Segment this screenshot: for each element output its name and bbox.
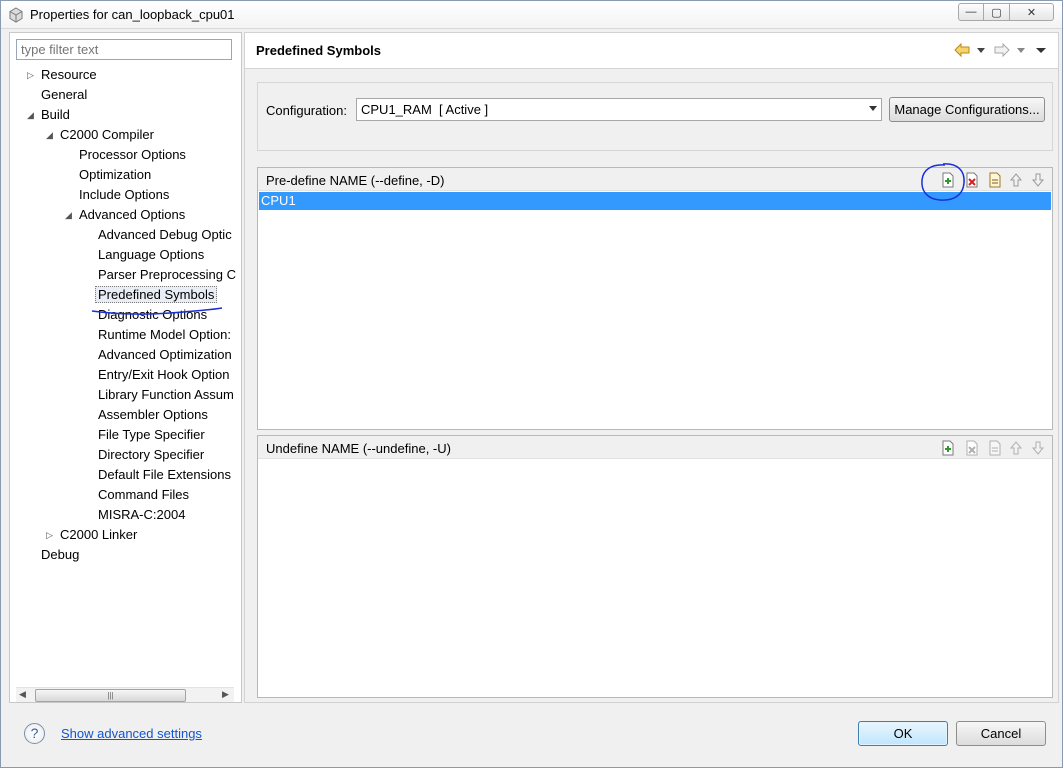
tree-item-language-options[interactable]: Language Options xyxy=(98,245,204,265)
tree-item-general[interactable]: General xyxy=(41,85,87,105)
delete-icon[interactable] xyxy=(964,440,980,456)
page-header: Predefined Symbols xyxy=(245,33,1058,69)
underline-annotation xyxy=(91,307,223,315)
tree-item-label: File Type Specifier xyxy=(98,427,205,442)
collapsed-arrow-icon[interactable]: ▷ xyxy=(27,65,34,85)
minimize-icon: — xyxy=(965,6,977,18)
tree-item-label: Resource xyxy=(41,67,97,82)
tree-horizontal-scrollbar[interactable]: ◀ ||| ▶ xyxy=(16,687,234,702)
tree-item-label: Assembler Options xyxy=(98,407,208,422)
window-title: Properties for can_loopback_cpu01 xyxy=(30,7,235,22)
tree-item-include-options[interactable]: Include Options xyxy=(79,185,169,205)
page-title: Predefined Symbols xyxy=(256,43,381,58)
tree-item-label: Include Options xyxy=(79,187,170,202)
tree-item-runtime-model-options[interactable]: Runtime Model Option: xyxy=(98,325,231,345)
add-icon[interactable] xyxy=(940,440,956,456)
tree-item-label: Optimization xyxy=(79,167,152,182)
undefine-list-header: Undefine NAME (--undefine, -U) xyxy=(258,436,1052,459)
scroll-left-icon[interactable]: ◀ xyxy=(19,689,26,700)
chevron-down-icon xyxy=(869,106,877,111)
tree-item-label: C2000 Compiler xyxy=(60,127,154,142)
maximize-icon: ▢ xyxy=(991,6,1002,19)
forward-arrow-icon[interactable] xyxy=(993,42,1011,58)
edit-icon[interactable] xyxy=(987,172,1003,188)
configuration-group: Configuration: CPU1_RAM [ Active ] Manag… xyxy=(257,82,1053,151)
back-dropdown-icon[interactable] xyxy=(976,42,986,58)
tree-item-label: Directory Specifier xyxy=(98,447,205,462)
show-advanced-settings-link[interactable]: Show advanced settings xyxy=(61,726,202,741)
view-menu-icon[interactable] xyxy=(1035,42,1047,58)
configuration-label: Configuration: xyxy=(266,103,347,118)
tree-item-optimization[interactable]: Optimization xyxy=(79,165,151,185)
property-tree: ▷ Resource General ◢ Build ◢ C2000 Compi… xyxy=(10,65,241,683)
tree-item-predefined-symbols[interactable]: Predefined Symbols xyxy=(95,285,218,305)
tree-item-label: Build xyxy=(41,107,70,122)
navigation-panel: ▷ Resource General ◢ Build ◢ C2000 Compi… xyxy=(9,32,242,703)
collapsed-arrow-icon[interactable]: ▷ xyxy=(46,525,53,545)
minimize-button[interactable]: — xyxy=(958,3,984,21)
expanded-arrow-icon[interactable]: ◢ xyxy=(65,205,72,225)
tree-item-advanced-optimization[interactable]: Advanced Optimization xyxy=(98,345,232,365)
tree-item-directory-specifier[interactable]: Directory Specifier xyxy=(98,445,204,465)
ok-button[interactable]: OK xyxy=(858,721,948,746)
tree-item-file-type-specifier[interactable]: File Type Specifier xyxy=(98,425,205,445)
scrollbar-thumb[interactable]: ||| xyxy=(35,689,186,702)
tree-item-label: Default File Extensions xyxy=(98,467,231,482)
tree-item-processor-options[interactable]: Processor Options xyxy=(79,145,186,165)
tree-item-label: Parser Preprocessing C xyxy=(98,267,236,282)
circle-annotation xyxy=(921,163,965,201)
move-up-icon[interactable] xyxy=(1008,440,1024,456)
filter-input[interactable] xyxy=(16,39,232,60)
back-arrow-icon[interactable] xyxy=(953,42,971,58)
predefine-list: Pre-define NAME (--define, -D) CPU1 xyxy=(257,167,1053,430)
configuration-select[interactable]: CPU1_RAM [ Active ] xyxy=(356,98,882,121)
expanded-arrow-icon[interactable]: ◢ xyxy=(27,105,34,125)
tree-item-label: Language Options xyxy=(98,247,205,262)
forward-dropdown-icon[interactable] xyxy=(1016,42,1026,58)
tree-item-assembler-options[interactable]: Assembler Options xyxy=(98,405,208,425)
tree-item-label: Advanced Debug Optic xyxy=(98,227,232,242)
dialog-footer: ? Show advanced settings OK Cancel xyxy=(1,705,1062,767)
manage-configurations-button[interactable]: Manage Configurations... xyxy=(889,97,1045,122)
configuration-value: CPU1_RAM [ Active ] xyxy=(361,102,489,117)
title-bar: Properties for can_loopback_cpu01 — ▢ ✕ xyxy=(1,1,1062,29)
predefine-list-title: Pre-define NAME (--define, -D) xyxy=(266,173,445,188)
properties-dialog: Properties for can_loopback_cpu01 — ▢ ✕ … xyxy=(0,0,1063,768)
tree-item-label: Runtime Model Option: xyxy=(98,327,231,342)
cancel-button[interactable]: Cancel xyxy=(956,721,1046,746)
move-up-icon[interactable] xyxy=(1008,172,1024,188)
move-down-icon[interactable] xyxy=(1030,440,1046,456)
tree-item-label: Predefined Symbols xyxy=(95,286,218,303)
maximize-button[interactable]: ▢ xyxy=(983,3,1010,21)
close-icon: ✕ xyxy=(1026,6,1037,19)
expanded-arrow-icon[interactable]: ◢ xyxy=(46,125,53,145)
app-icon xyxy=(9,7,23,23)
scroll-right-icon[interactable]: ▶ xyxy=(222,689,229,700)
undefine-list-title: Undefine NAME (--undefine, -U) xyxy=(266,441,451,456)
tree-item-label: Advanced Options xyxy=(79,207,186,222)
tree-item-command-files[interactable]: Command Files xyxy=(98,485,189,505)
tree-item-library-function[interactable]: Library Function Assum xyxy=(98,385,234,405)
undefine-list: Undefine NAME (--undefine, -U) xyxy=(257,435,1053,698)
tree-item-label: C2000 Linker xyxy=(60,527,138,542)
tree-item-label: Entry/Exit Hook Option xyxy=(98,367,230,382)
tree-item-label: Command Files xyxy=(98,487,190,502)
tree-item-misra-c[interactable]: MISRA-C:2004 xyxy=(98,505,185,525)
tree-item-parser-preprocessing[interactable]: Parser Preprocessing C xyxy=(98,265,236,285)
tree-item-label: Library Function Assum xyxy=(98,387,234,402)
tree-item-label: MISRA-C:2004 xyxy=(98,507,186,522)
tree-item-entry-exit-hook[interactable]: Entry/Exit Hook Option xyxy=(98,365,230,385)
tree-item-debug[interactable]: Debug xyxy=(41,545,79,565)
tree-item-advanced-debug-options[interactable]: Advanced Debug Optic xyxy=(98,225,232,245)
tree-item-default-file-extensions[interactable]: Default File Extensions xyxy=(98,465,231,485)
move-down-icon[interactable] xyxy=(1030,172,1046,188)
tree-item-label: General xyxy=(41,87,88,102)
help-icon[interactable]: ? xyxy=(24,723,45,744)
edit-icon[interactable] xyxy=(987,440,1003,456)
tree-item-label: Processor Options xyxy=(79,147,186,162)
content-panel: Predefined Symbols Configuration: CPU1_R… xyxy=(244,32,1059,703)
close-button[interactable]: ✕ xyxy=(1009,3,1054,21)
tree-item-label: Advanced Optimization xyxy=(98,347,232,362)
tree-item-label: Debug xyxy=(41,547,80,562)
